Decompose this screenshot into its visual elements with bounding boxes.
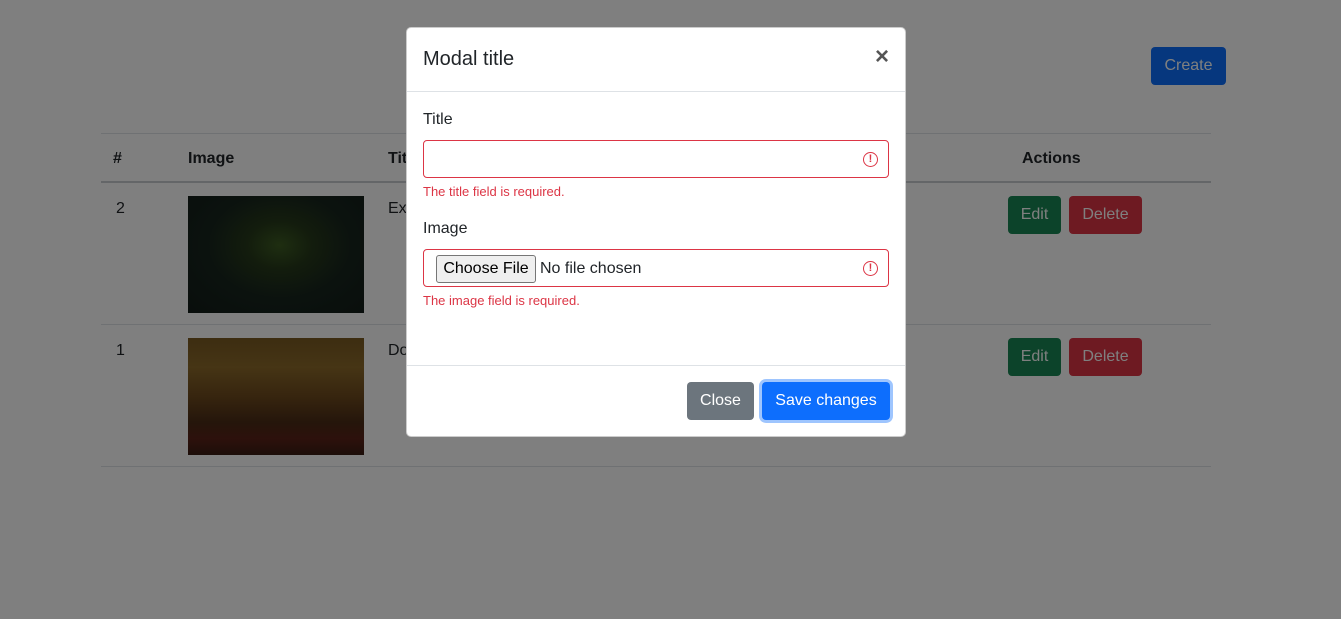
close-button[interactable]: Close [687, 382, 754, 420]
title-field-label: Title [423, 111, 453, 128]
error-icon: ! [863, 152, 878, 167]
save-changes-button[interactable]: Save changes [762, 382, 890, 420]
image-error-message: The image field is required. [423, 293, 580, 308]
title-input[interactable]: ! [423, 140, 889, 178]
image-field-label: Image [423, 220, 468, 237]
modal-dialog: Modal title × Title ! The title field is… [406, 27, 906, 437]
no-file-text: No file chosen [540, 260, 642, 277]
choose-file-button[interactable]: Choose File [436, 255, 536, 283]
modal-title: Modal title [423, 48, 515, 70]
close-icon[interactable]: × [871, 45, 893, 69]
modal-body: Title ! The title field is required. Ima… [407, 92, 905, 366]
modal-header: Modal title × [407, 28, 905, 92]
title-error-message: The title field is required. [423, 184, 565, 199]
page: Create # Image Tit Actions 2 Exc Edit De… [0, 0, 1341, 619]
error-icon: ! [863, 261, 878, 276]
modal-footer: Close Save changes [407, 366, 905, 436]
image-file-input[interactable]: Choose File No file chosen ! [423, 249, 889, 287]
